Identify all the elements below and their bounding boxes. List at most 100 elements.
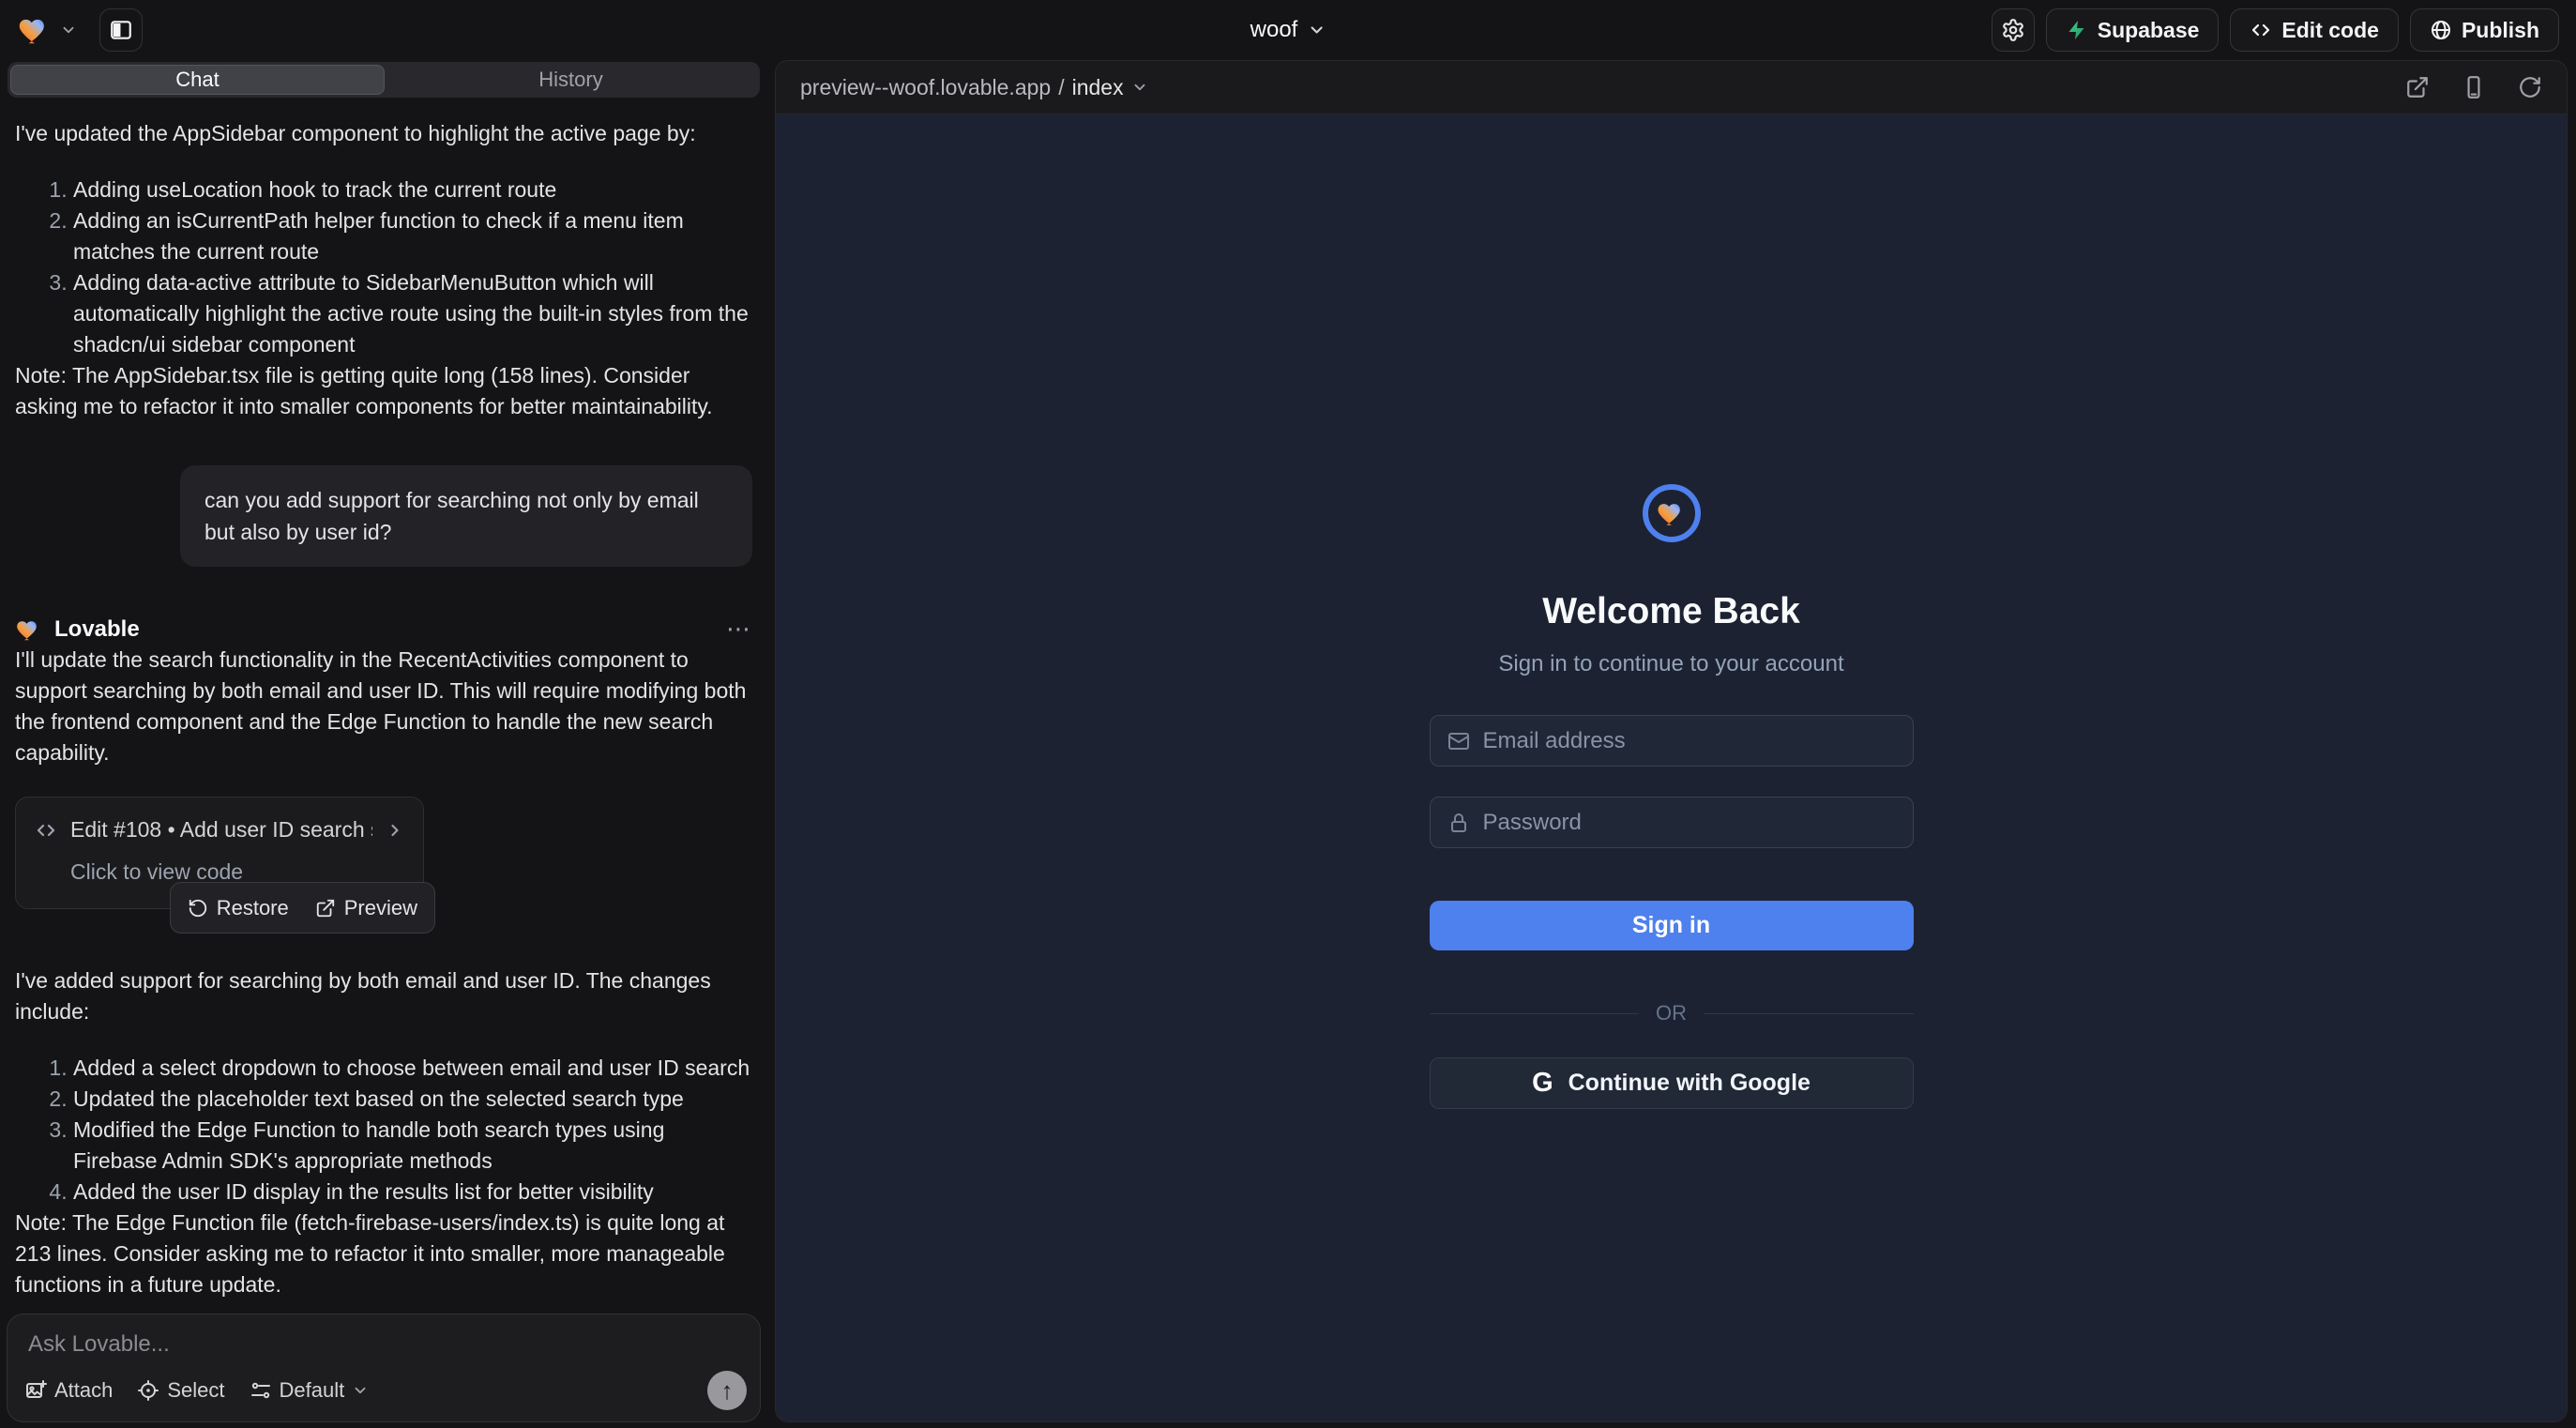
select-target-icon (137, 1379, 159, 1402)
google-g-icon: G (1532, 1068, 1553, 1099)
restore-label: Restore (217, 892, 289, 923)
lovable-heart-icon (15, 615, 43, 644)
mail-icon (1447, 730, 1470, 752)
arrow-up-icon: ↑ (721, 1376, 734, 1405)
assistant-note: Note: The AppSidebar.tsx file is getting… (15, 360, 752, 422)
preview-page[interactable]: index (1072, 75, 1124, 100)
external-link-icon (315, 898, 336, 919)
project-title: woof (1250, 17, 1298, 43)
tab-chat[interactable]: Chat (10, 65, 385, 95)
project-switcher[interactable]: woof (1250, 17, 1326, 43)
supabase-button[interactable]: Supabase (2046, 8, 2220, 52)
code-icon (35, 819, 57, 842)
select-label: Select (167, 1378, 224, 1403)
preview-panel: preview--woof.lovable.app / index W (775, 60, 2568, 1422)
password-input[interactable] (1483, 810, 1896, 836)
lock-icon (1447, 812, 1470, 834)
tab-history-label: History (538, 68, 602, 92)
panel-left-icon (109, 18, 133, 42)
composer[interactable]: Attach Select Default ↑ (7, 1314, 761, 1422)
edit-code-label: Edit code (2281, 18, 2379, 43)
assistant-name: Lovable (54, 614, 140, 645)
settings-button[interactable] (1992, 8, 2035, 52)
preview-button[interactable]: Preview (315, 892, 417, 923)
chat-input[interactable] (28, 1331, 739, 1358)
app-logo (1643, 484, 1701, 542)
edit-code-button[interactable]: Edit code (2230, 8, 2399, 52)
publish-label: Publish (2462, 18, 2539, 43)
assistant-note: Note: The Edge Function file (fetch-fire… (15, 1208, 752, 1300)
lovable-logo-menu[interactable] (17, 12, 77, 48)
assistant-paragraph: I'll update the search functionality in … (15, 645, 752, 768)
refresh-button[interactable] (2518, 75, 2542, 99)
password-field[interactable] (1430, 797, 1914, 848)
select-button[interactable]: Select (137, 1378, 224, 1403)
divider-line (1430, 1013, 1640, 1014)
user-message-bubble: can you add support for searching not on… (180, 465, 752, 567)
preview-url[interactable]: preview--woof.lovable.app (800, 75, 1051, 100)
assistant-paragraph: I've updated the AppSidebar component to… (15, 118, 752, 149)
assistant-paragraph: I've added support for searching by both… (15, 965, 752, 1027)
or-label: OR (1656, 1001, 1687, 1025)
assistant-list: Adding useLocation hook to track the cur… (15, 175, 752, 360)
sign-in-button[interactable]: Sign in (1430, 901, 1914, 950)
edit-card-title: Edit #108 • Add user ID search supp... (70, 814, 372, 845)
list-item: Added the user ID display in the results… (73, 1177, 752, 1208)
mode-label: Default (280, 1378, 345, 1403)
assistant-paragraph: You can now search for users by either t… (15, 1300, 752, 1306)
open-in-new-tab-button[interactable] (2405, 75, 2430, 99)
signin-form: Welcome Back Sign in to continue to your… (1430, 484, 1914, 1421)
user-message-text: can you add support for searching not on… (205, 488, 699, 544)
list-item: Modified the Edge Function to handle bot… (73, 1115, 752, 1177)
supabase-label: Supabase (2098, 18, 2200, 43)
send-button[interactable]: ↑ (707, 1371, 747, 1410)
path-separator: / (1058, 75, 1064, 100)
list-item: Adding data-active attribute to SidebarM… (73, 267, 752, 360)
code-icon (2250, 19, 2272, 41)
page-title: Welcome Back (1542, 591, 1800, 632)
attach-image-icon (24, 1379, 47, 1402)
attach-button[interactable]: Attach (24, 1378, 113, 1403)
lovable-heart-icon (17, 12, 53, 48)
edit-card-actions: Restore Preview (170, 882, 435, 934)
restore-icon (188, 898, 208, 919)
message-menu-button[interactable]: ⋯ (726, 614, 752, 645)
mobile-view-button[interactable] (2462, 75, 2486, 99)
email-field[interactable] (1430, 715, 1914, 767)
heart-icon (1656, 497, 1688, 529)
assistant-header: Lovable ⋯ (15, 614, 752, 645)
toggle-sidebar-button[interactable] (99, 8, 143, 52)
chat-history-tabs: Chat History (8, 62, 760, 98)
globe-icon (2430, 19, 2452, 41)
preview-label: Preview (344, 892, 417, 923)
chevron-down-icon (352, 1382, 369, 1399)
email-input[interactable] (1483, 728, 1896, 754)
restore-button[interactable]: Restore (188, 892, 289, 923)
chevron-down-icon (1307, 21, 1326, 39)
sign-in-label: Sign in (1632, 912, 1710, 939)
top-bar: woof Supabase Edit code Publish (0, 0, 2576, 60)
tab-history[interactable]: History (385, 65, 757, 95)
chevron-down-icon (60, 22, 77, 38)
sliders-icon (250, 1379, 272, 1402)
google-label: Continue with Google (1568, 1070, 1811, 1097)
list-item: Adding useLocation hook to track the cur… (73, 175, 752, 205)
tab-chat-label: Chat (175, 68, 219, 92)
list-item: Updated the placeholder text based on th… (73, 1084, 752, 1115)
preview-toolbar: preview--woof.lovable.app / index (776, 61, 2567, 114)
divider-line (1704, 1013, 1914, 1014)
chat-panel: Chat History I've updated the AppSidebar… (0, 60, 767, 1428)
chat-messages[interactable]: I've updated the AppSidebar component to… (0, 101, 767, 1306)
publish-button[interactable]: Publish (2410, 8, 2559, 52)
or-divider: OR (1430, 1001, 1914, 1025)
chevron-right-icon (386, 821, 404, 840)
preview-iframe: Welcome Back Sign in to continue to your… (776, 114, 2567, 1421)
list-item: Adding an isCurrentPath helper function … (73, 205, 752, 267)
list-item: Added a select dropdown to choose betwee… (73, 1053, 752, 1084)
page-subtitle: Sign in to continue to your account (1498, 651, 1843, 677)
assistant-list: Added a select dropdown to choose betwee… (15, 1053, 752, 1208)
google-sign-in-button[interactable]: G Continue with Google (1430, 1057, 1914, 1109)
mode-selector[interactable]: Default (250, 1378, 370, 1403)
attach-label: Attach (54, 1378, 113, 1403)
supabase-icon (2066, 19, 2088, 41)
